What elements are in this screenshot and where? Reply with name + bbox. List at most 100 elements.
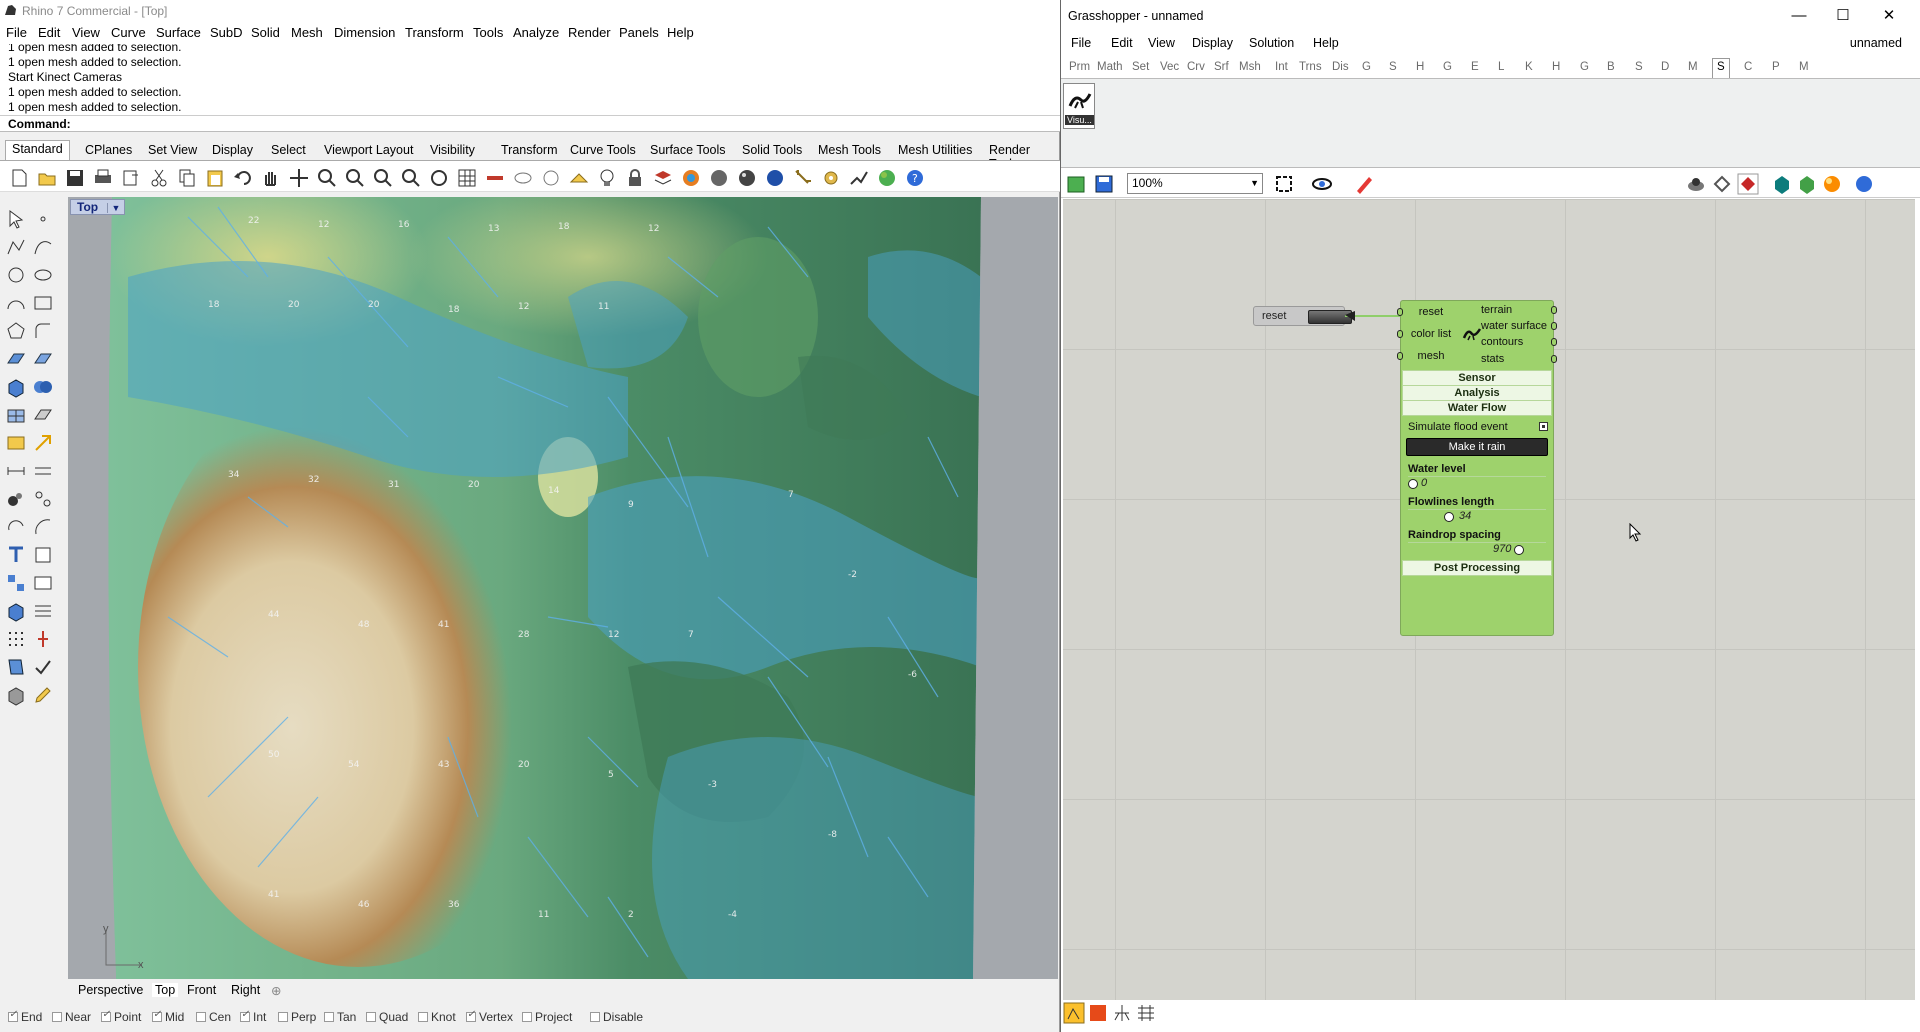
tab-select[interactable]: Select: [265, 142, 312, 158]
grasshopper-tool-icon[interactable]: [848, 167, 870, 189]
gh-menu-solution[interactable]: Solution: [1249, 36, 1294, 50]
osnap-disable[interactable]: Disable: [590, 1010, 643, 1024]
lasso-icon[interactable]: [512, 167, 534, 189]
section-water-flow[interactable]: Water Flow: [1402, 400, 1552, 416]
raindrop-spacing-slider[interactable]: 970: [1408, 542, 1546, 556]
category-tab[interactable]: Crv: [1187, 61, 1205, 73]
category-tab[interactable]: H: [1416, 61, 1424, 73]
water-level-slider[interactable]: 0: [1408, 476, 1546, 490]
light-icon[interactable]: [32, 432, 54, 454]
viewport-tab-front[interactable]: Front: [187, 983, 216, 997]
rectangle-icon[interactable]: [32, 292, 54, 314]
import-icon[interactable]: [120, 167, 142, 189]
text-icon[interactable]: [5, 544, 27, 566]
layer-icon[interactable]: [652, 167, 674, 189]
bake-icon[interactable]: [1087, 1002, 1109, 1024]
category-tab[interactable]: Dis: [1332, 61, 1349, 73]
preview-mode-icon[interactable]: [1685, 173, 1707, 195]
circle-select-icon[interactable]: [540, 167, 562, 189]
category-tab[interactable]: S: [1389, 61, 1397, 73]
slider-knob[interactable]: [1444, 512, 1454, 522]
rhino-menu-render[interactable]: Render: [568, 25, 611, 40]
category-tab[interactable]: P: [1772, 61, 1780, 73]
gh-menu-display[interactable]: Display: [1192, 36, 1233, 50]
visualization-component-button[interactable]: Visu...: [1063, 83, 1095, 129]
category-tab[interactable]: G: [1362, 61, 1371, 73]
arc-icon[interactable]: [5, 292, 27, 314]
grid-icon[interactable]: [456, 167, 478, 189]
category-tab[interactable]: Msh: [1239, 61, 1261, 73]
simulate-flood-checkbox[interactable]: [1539, 422, 1548, 431]
osnap-quad[interactable]: Quad: [366, 1010, 408, 1024]
rotate-icon[interactable]: [5, 516, 27, 538]
grid-array-icon[interactable]: [32, 600, 54, 622]
ellipse-icon[interactable]: [32, 264, 54, 286]
array-icon[interactable]: [5, 572, 27, 594]
dimension-icon[interactable]: [5, 460, 27, 482]
tab-surface-tools[interactable]: Surface Tools: [644, 142, 732, 158]
tab-visibility[interactable]: Visibility: [424, 142, 481, 158]
output-stats[interactable]: stats: [1481, 353, 1504, 365]
print-icon[interactable]: [92, 167, 114, 189]
shaded-sphere-icon[interactable]: [708, 167, 730, 189]
options-icon[interactable]: [792, 167, 814, 189]
category-tab[interactable]: Prm: [1069, 61, 1090, 73]
osnap-project[interactable]: Project: [522, 1010, 572, 1024]
osnap-mid[interactable]: Mid: [152, 1009, 184, 1024]
viewport-tab-perspective[interactable]: Perspective: [78, 983, 143, 997]
gh-menu-edit[interactable]: Edit: [1111, 36, 1133, 50]
edit-icon[interactable]: [32, 684, 54, 706]
teal-solid-icon[interactable]: [1771, 173, 1793, 195]
boolean-icon[interactable]: [32, 376, 54, 398]
category-tab[interactable]: B: [1607, 61, 1615, 73]
pan-hand-icon[interactable]: [260, 167, 282, 189]
maximize-icon[interactable]: ☐: [1821, 4, 1865, 28]
surface-icon[interactable]: [5, 348, 27, 370]
zoom-selected-icon[interactable]: [400, 167, 422, 189]
category-tab[interactable]: K: [1525, 61, 1533, 73]
document-preview-icon[interactable]: [1853, 173, 1875, 195]
solid-box-icon[interactable]: [5, 600, 27, 622]
zoom-all-icon[interactable]: [428, 167, 450, 189]
category-tab[interactable]: Srf: [1214, 61, 1229, 73]
select-arrow-icon[interactable]: [5, 208, 27, 230]
preview-eye-icon[interactable]: [1311, 173, 1333, 195]
category-tab-active[interactable]: S: [1712, 58, 1730, 78]
tab-standard[interactable]: Standard: [5, 140, 70, 160]
rhino-menu-tools[interactable]: Tools: [473, 25, 503, 40]
tab-set-view[interactable]: Set View: [142, 142, 203, 158]
annotation-icon[interactable]: [32, 460, 54, 482]
help-icon[interactable]: ?: [904, 167, 926, 189]
category-tab[interactable]: H: [1552, 61, 1560, 73]
osnap-knot[interactable]: Knot: [418, 1010, 456, 1024]
category-tab[interactable]: Set: [1132, 61, 1149, 73]
cut-icon[interactable]: [148, 167, 170, 189]
mesh-tools-icon[interactable]: [32, 404, 54, 426]
rhino-menu-solid[interactable]: Solid: [251, 25, 280, 40]
gumball-icon[interactable]: [32, 628, 54, 650]
circle-icon[interactable]: [5, 264, 27, 286]
zoom-icon[interactable]: [316, 167, 338, 189]
viewport-tab-top[interactable]: Top: [152, 983, 179, 997]
osnap-perp[interactable]: Perp: [278, 1010, 316, 1024]
material-sphere-icon[interactable]: [1821, 173, 1843, 195]
category-tab[interactable]: E: [1471, 61, 1479, 73]
input-reset[interactable]: reset: [1401, 306, 1461, 318]
rhino-menu-dimension[interactable]: Dimension: [334, 25, 395, 40]
curve-tool-icon[interactable]: [484, 167, 506, 189]
osnap-point[interactable]: Point: [101, 1009, 141, 1024]
gh-menu-file[interactable]: File: [1071, 36, 1091, 50]
rotate-view-icon[interactable]: [288, 167, 310, 189]
wireframe-preview-icon[interactable]: [1711, 173, 1733, 195]
open-file-icon[interactable]: [36, 167, 58, 189]
output-terrain[interactable]: terrain: [1481, 304, 1512, 316]
point-icon[interactable]: [32, 208, 54, 230]
category-tab[interactable]: L: [1498, 61, 1504, 73]
osnap-cen[interactable]: Cen: [196, 1010, 231, 1024]
tab-curve-tools[interactable]: Curve Tools: [564, 142, 642, 158]
category-tab[interactable]: M: [1799, 61, 1809, 73]
gear-icon[interactable]: [820, 167, 842, 189]
output-contours[interactable]: contours: [1481, 336, 1523, 348]
tab-cplanes[interactable]: CPlanes: [79, 142, 138, 158]
analyze-icon[interactable]: [5, 656, 27, 678]
